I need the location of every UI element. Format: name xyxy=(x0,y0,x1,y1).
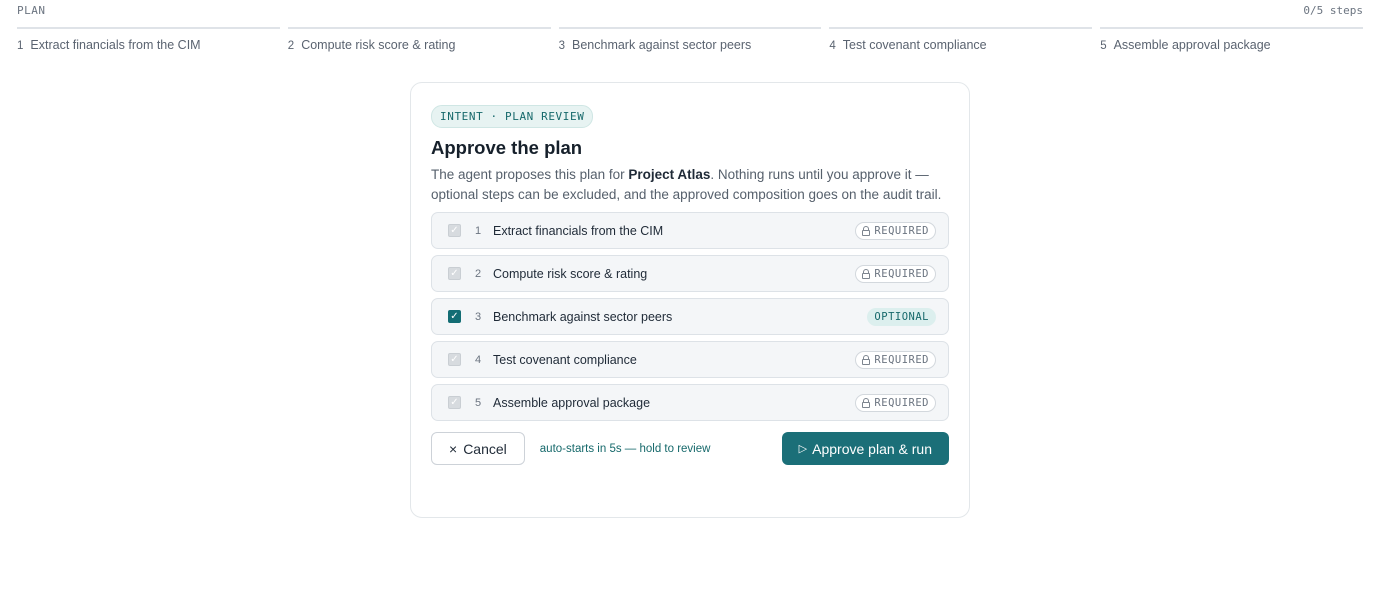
badge-label: REQUIRED xyxy=(874,224,929,237)
optional-badge: OPTIONAL xyxy=(867,307,936,326)
approve-label: Approve plan & run xyxy=(812,440,932,457)
plan-step-row: ✓ 5 Assemble approval package REQUIRED xyxy=(431,384,949,421)
stepper-step-5: 5 Assemble approval package xyxy=(1100,27,1363,52)
plan-step-row: ✓ 4 Test covenant compliance REQUIRED xyxy=(431,341,949,378)
lock-icon xyxy=(862,226,871,236)
stepper-step-number: 5 xyxy=(1100,40,1107,52)
step-label: Benchmark against sector peers xyxy=(493,309,673,324)
badge-label: REQUIRED xyxy=(874,353,929,366)
auto-start-note: auto-starts in 5s — hold to review xyxy=(539,442,711,455)
stepper-step-label: Assemble approval package xyxy=(1113,38,1271,52)
plan-stepper: 1 Extract financials from the CIM 2 Comput… xyxy=(17,27,1363,52)
card-footer: × Cancel auto-starts in 5s — hold to revi… xyxy=(431,432,949,465)
badge-label: REQUIRED xyxy=(874,267,929,280)
step-checkbox-locked: ✓ xyxy=(448,396,461,409)
close-icon: × xyxy=(449,440,458,457)
stepper-step-number: 2 xyxy=(287,40,295,52)
stepper-step-label: Compute risk score & rating xyxy=(301,38,456,52)
stepper-step-2: 2 Compute risk score & rating xyxy=(287,27,551,52)
step-checkbox-locked: ✓ xyxy=(448,224,461,237)
stepper-step-number: 4 xyxy=(829,40,836,52)
plan-step-row: ✓ 1 Extract financials from the CIM REQU… xyxy=(431,212,949,249)
project-name: Project Atlas xyxy=(628,167,711,182)
badge-label: REQUIRED xyxy=(874,396,929,409)
step-label: Extract financials from the CIM xyxy=(493,223,664,238)
stepper-step-4: 4 Test covenant compliance xyxy=(829,27,1093,52)
lock-icon xyxy=(862,398,871,408)
step-checkbox-locked: ✓ xyxy=(448,267,461,280)
required-badge: REQUIRED xyxy=(855,393,936,412)
stepper-step-number: 1 xyxy=(17,40,24,52)
step-number: 4 xyxy=(475,353,482,366)
plan-header: PLAN 0/5 steps xyxy=(17,4,1363,18)
play-icon: ▷ xyxy=(798,443,808,455)
stepper-step-label: Extract financials from the CIM xyxy=(30,38,201,52)
plan-step-row: ✓ 2 Compute risk score & rating REQUIRED xyxy=(431,255,949,292)
required-badge: REQUIRED xyxy=(855,264,936,283)
step-label: Assemble approval package xyxy=(493,395,651,410)
plan-review-card: INTENT · PLAN REVIEW Approve the plan Th… xyxy=(410,82,970,518)
step-checkbox-optional[interactable]: ✓ xyxy=(448,310,461,323)
cancel-label: Cancel xyxy=(463,440,507,457)
step-number: 5 xyxy=(475,396,482,409)
step-count: 0/5 steps xyxy=(1303,4,1363,17)
cancel-button[interactable]: × Cancel xyxy=(431,432,525,465)
step-label: Compute risk score & rating xyxy=(493,266,648,281)
plan-steps-list: ✓ 1 Extract financials from the CIM REQU… xyxy=(431,212,949,421)
step-checkbox-locked: ✓ xyxy=(448,353,461,366)
required-badge: REQUIRED xyxy=(855,221,936,240)
stepper-step-3: 3 Benchmark against sector peers xyxy=(558,27,822,52)
step-label: Test covenant compliance xyxy=(493,352,637,367)
intent-tag: INTENT · PLAN REVIEW xyxy=(431,105,594,128)
step-number: 1 xyxy=(475,224,482,237)
stepper-step-label: Benchmark against sector peers xyxy=(572,38,752,52)
stepper-step-1: 1 Extract financials from the CIM xyxy=(17,27,280,52)
stepper-step-label: Test covenant compliance xyxy=(842,38,987,52)
card-title: Approve the plan xyxy=(431,137,583,158)
badge-label: OPTIONAL xyxy=(874,310,929,323)
required-badge: REQUIRED xyxy=(855,350,936,369)
step-number: 3 xyxy=(475,310,482,323)
plan-label: PLAN xyxy=(17,4,46,17)
lock-icon xyxy=(862,355,871,365)
lock-icon xyxy=(862,269,871,279)
plan-step-row[interactable]: ✓ 3 Benchmark against sector peers OPTIO… xyxy=(431,298,949,335)
card-description: The agent proposes this plan for Project… xyxy=(431,165,949,205)
stepper-step-number: 3 xyxy=(558,40,565,52)
approve-plan-button[interactable]: ▷ Approve plan & run xyxy=(781,432,949,465)
step-number: 2 xyxy=(475,267,482,280)
desc-text-before: The agent proposes this plan for xyxy=(431,167,629,182)
